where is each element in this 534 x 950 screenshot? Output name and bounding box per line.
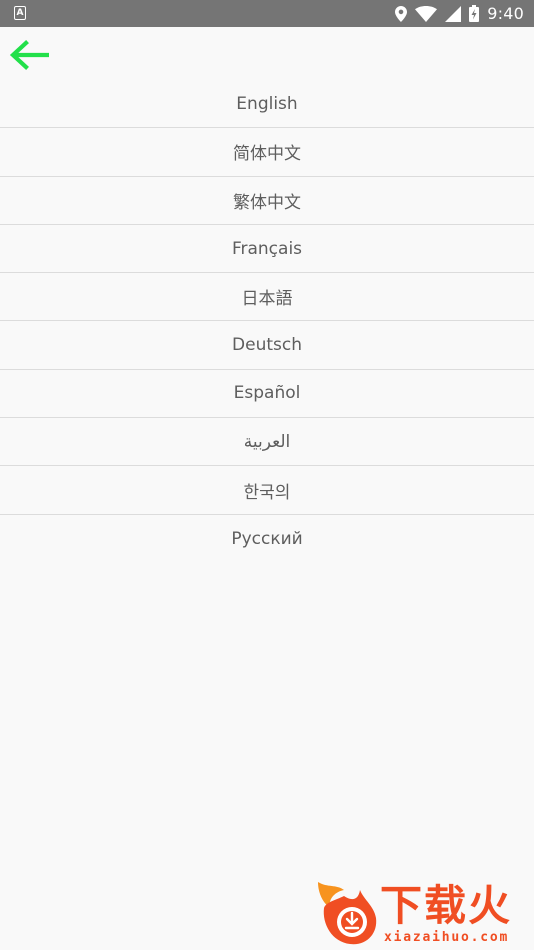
location-icon bbox=[395, 5, 408, 22]
language-item-english[interactable]: English bbox=[0, 80, 534, 129]
status-bar: A 9:40 bbox=[0, 0, 534, 27]
language-item-arabic[interactable]: العربية bbox=[0, 418, 534, 467]
status-time: 9:40 bbox=[487, 4, 524, 23]
language-item-simplified-chinese[interactable]: 简体中文 bbox=[0, 128, 534, 177]
signal-icon bbox=[445, 5, 462, 22]
toolbar bbox=[0, 27, 534, 82]
watermark-logo: 下载火 xiazaihuo.com bbox=[314, 878, 534, 950]
wifi-icon bbox=[415, 5, 438, 22]
language-list: English 简体中文 繁体中文 Français 日本語 Deutsch E… bbox=[0, 80, 534, 563]
language-item-traditional-chinese[interactable]: 繁体中文 bbox=[0, 177, 534, 225]
language-item-russian[interactable]: Русский bbox=[0, 515, 534, 563]
watermark-url: xiazaihuo.com bbox=[384, 930, 510, 945]
arrow-left-icon bbox=[9, 40, 49, 70]
watermark-title: 下载火 bbox=[380, 881, 513, 930]
flame-logo-icon bbox=[318, 882, 377, 945]
language-item-korean[interactable]: 한국의 bbox=[0, 466, 534, 515]
screen: A 9:40 English 简体中文 繁体中文 Français 日本語 De… bbox=[0, 0, 534, 950]
battery-charging-icon bbox=[469, 5, 480, 22]
language-item-german[interactable]: Deutsch bbox=[0, 321, 534, 370]
notification-icon: A bbox=[14, 6, 26, 20]
language-item-french[interactable]: Français bbox=[0, 225, 534, 274]
language-item-japanese[interactable]: 日本語 bbox=[0, 273, 534, 322]
language-item-spanish[interactable]: Español bbox=[0, 370, 534, 419]
back-button[interactable] bbox=[6, 35, 52, 75]
status-icons: 9:40 bbox=[395, 0, 524, 27]
